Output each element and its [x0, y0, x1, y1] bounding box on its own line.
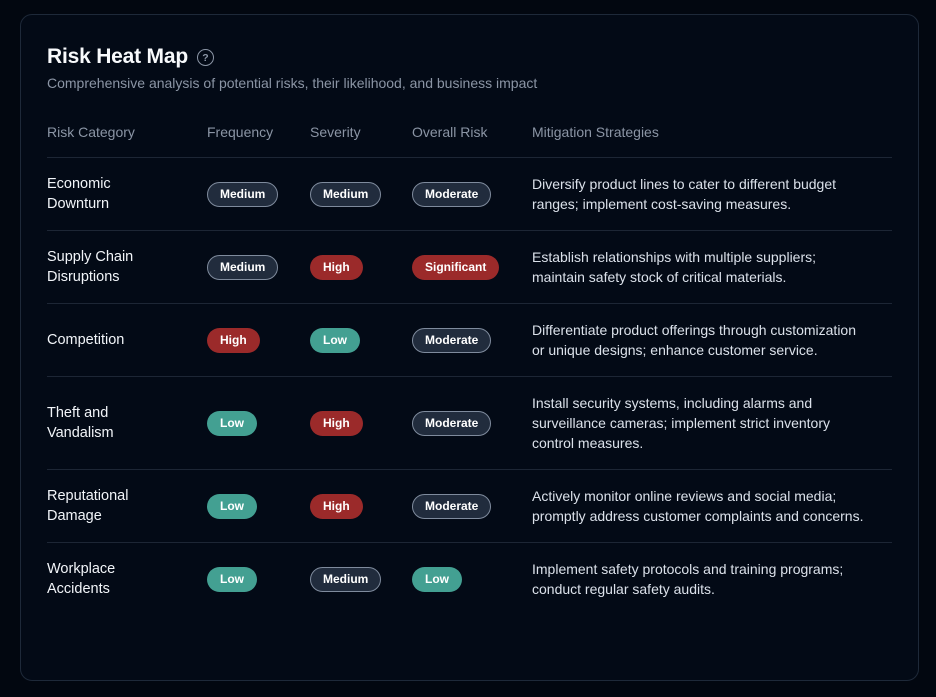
risk-category-label: Supply Chain Disruptions — [47, 247, 172, 287]
table-body: Economic Downturn Medium Medium Moderate… — [47, 158, 892, 616]
overall-risk-badge: Moderate — [412, 494, 491, 519]
severity-badge: High — [310, 411, 363, 436]
severity-cell: High — [310, 231, 412, 304]
overall-risk-badge: Moderate — [412, 411, 491, 436]
mitigation-cell: Diversify product lines to cater to diff… — [532, 158, 892, 231]
risk-heat-map-card: Risk Heat Map ? Comprehensive analysis o… — [20, 14, 919, 681]
risk-category-cell: Economic Downturn — [47, 158, 207, 231]
frequency-badge: Medium — [207, 182, 278, 207]
severity-badge: Medium — [310, 567, 381, 592]
overall-risk-cell: Moderate — [412, 470, 532, 543]
frequency-cell: High — [207, 304, 310, 377]
help-icon[interactable]: ? — [197, 49, 214, 66]
risk-category-cell: Theft and Vandalism — [47, 377, 207, 470]
mitigation-text: Diversify product lines to cater to diff… — [532, 174, 872, 214]
overall-risk-cell: Significant — [412, 231, 532, 304]
severity-badge: High — [310, 255, 363, 280]
frequency-badge: Low — [207, 567, 257, 592]
page-title: Risk Heat Map — [47, 45, 188, 69]
frequency-cell: Medium — [207, 231, 310, 304]
frequency-cell: Medium — [207, 158, 310, 231]
mitigation-cell: Differentiate product offerings through … — [532, 304, 892, 377]
page-subtitle: Comprehensive analysis of potential risk… — [47, 75, 892, 91]
overall-risk-cell: Moderate — [412, 377, 532, 470]
column-header-frequency: Frequency — [207, 124, 310, 158]
frequency-badge: High — [207, 328, 260, 353]
card-header: Risk Heat Map ? — [47, 45, 892, 69]
risk-category-label: Workplace Accidents — [47, 559, 172, 599]
mitigation-text: Differentiate product offerings through … — [532, 320, 872, 360]
overall-risk-badge: Moderate — [412, 182, 491, 207]
mitigation-cell: Install security systems, including alar… — [532, 377, 892, 470]
severity-cell: Medium — [310, 543, 412, 616]
overall-risk-badge: Moderate — [412, 328, 491, 353]
risk-category-label: Theft and Vandalism — [47, 403, 172, 443]
risk-category-cell: Reputational Damage — [47, 470, 207, 543]
frequency-cell: Low — [207, 470, 310, 543]
risk-category-label: Economic Downturn — [47, 174, 172, 214]
risk-table: Risk Category Frequency Severity Overall… — [47, 124, 892, 615]
mitigation-text: Install security systems, including alar… — [532, 393, 872, 453]
table-row: Competition High Low Moderate Differenti… — [47, 304, 892, 377]
severity-cell: High — [310, 377, 412, 470]
severity-badge: High — [310, 494, 363, 519]
mitigation-cell: Actively monitor online reviews and soci… — [532, 470, 892, 543]
overall-risk-badge: Low — [412, 567, 462, 592]
table-row: Reputational Damage Low High Moderate Ac… — [47, 470, 892, 543]
mitigation-text: Implement safety protocols and training … — [532, 559, 872, 599]
frequency-cell: Low — [207, 377, 310, 470]
mitigation-cell: Establish relationships with multiple su… — [532, 231, 892, 304]
table-row: Workplace Accidents Low Medium Low Imple… — [47, 543, 892, 616]
risk-category-cell: Supply Chain Disruptions — [47, 231, 207, 304]
column-header-overall-risk: Overall Risk — [412, 124, 532, 158]
mitigation-text: Establish relationships with multiple su… — [532, 247, 872, 287]
overall-risk-cell: Moderate — [412, 158, 532, 231]
column-header-risk-category: Risk Category — [47, 124, 207, 158]
frequency-cell: Low — [207, 543, 310, 616]
column-header-mitigation-strategies: Mitigation Strategies — [532, 124, 892, 158]
severity-cell: Low — [310, 304, 412, 377]
risk-category-cell: Competition — [47, 304, 207, 377]
table-row: Economic Downturn Medium Medium Moderate… — [47, 158, 892, 231]
severity-badge: Low — [310, 328, 360, 353]
frequency-badge: Low — [207, 411, 257, 436]
overall-risk-cell: Low — [412, 543, 532, 616]
frequency-badge: Medium — [207, 255, 278, 280]
mitigation-cell: Implement safety protocols and training … — [532, 543, 892, 616]
table-row: Supply Chain Disruptions Medium High Sig… — [47, 231, 892, 304]
mitigation-text: Actively monitor online reviews and soci… — [532, 486, 872, 526]
overall-risk-badge: Significant — [412, 255, 499, 280]
frequency-badge: Low — [207, 494, 257, 519]
risk-category-label: Competition — [47, 330, 172, 350]
risk-category-cell: Workplace Accidents — [47, 543, 207, 616]
column-header-severity: Severity — [310, 124, 412, 158]
severity-badge: Medium — [310, 182, 381, 207]
overall-risk-cell: Moderate — [412, 304, 532, 377]
table-row: Theft and Vandalism Low High Moderate In… — [47, 377, 892, 470]
risk-category-label: Reputational Damage — [47, 486, 172, 526]
table-header: Risk Category Frequency Severity Overall… — [47, 124, 892, 158]
severity-cell: Medium — [310, 158, 412, 231]
severity-cell: High — [310, 470, 412, 543]
